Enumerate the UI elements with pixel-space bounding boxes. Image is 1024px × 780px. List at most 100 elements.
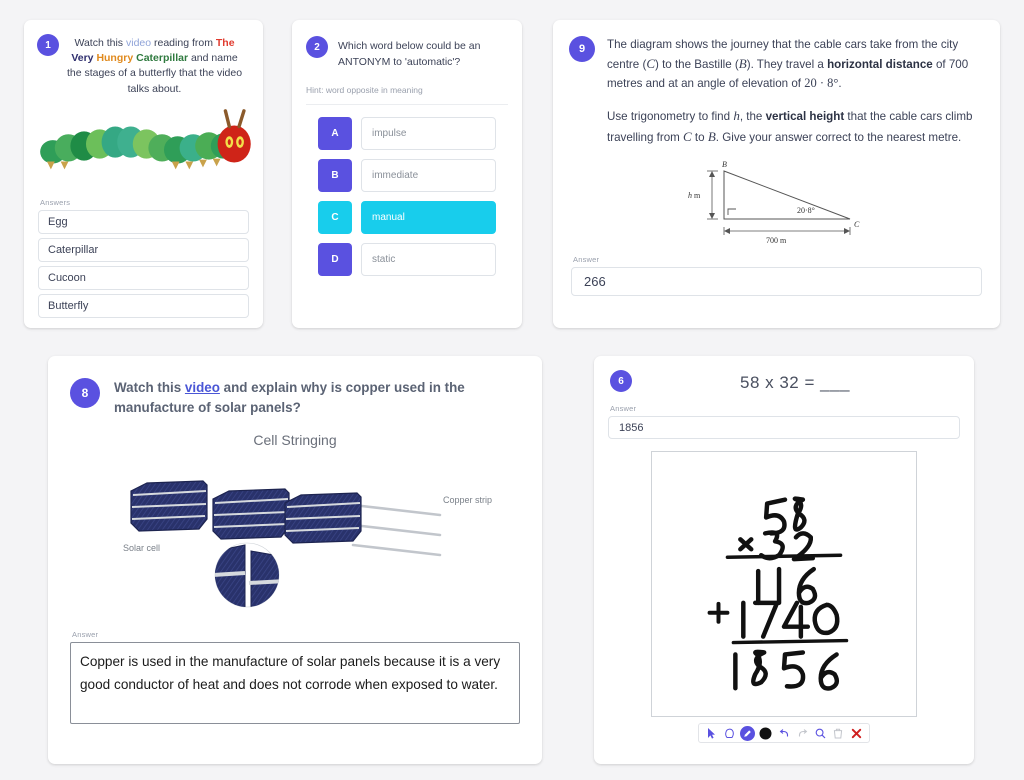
p2-t2: , the <box>739 110 766 124</box>
answer-label: Answer <box>573 254 600 264</box>
diagram-label-angle: 20·8° <box>797 206 815 215</box>
diagram-title: Cell Stringing <box>253 432 336 448</box>
answer-label: Answer <box>72 629 99 639</box>
question-paragraph-2: Use trigonometry to find h, the vertical… <box>607 106 982 146</box>
answer-input-2[interactable]: Caterpillar <box>38 237 249 262</box>
question-card-9: 9 The diagram shows the journey that the… <box>553 20 1000 328</box>
redo-icon <box>795 726 810 741</box>
option-d[interactable]: D static <box>318 242 496 276</box>
q8-t1: Watch this <box>114 380 185 395</box>
p1-t5: . <box>838 77 842 91</box>
p2-t5: . Give your answer correct to the neares… <box>715 130 962 144</box>
worksheet-page: 1 Watch this video reading from The Very… <box>0 0 1024 780</box>
diagram-label-c: C <box>854 220 860 229</box>
diagram-label-base: 700 m <box>766 236 787 245</box>
question-header: 8 Watch this video and explain why is co… <box>48 356 542 419</box>
answer-section: Answer Copper is used in the manufacture… <box>48 618 542 724</box>
book-title-caterpillar: Caterpillar <box>136 52 189 65</box>
question-text: Watch this video reading from The Very H… <box>59 36 250 97</box>
var-c-2: C <box>683 128 692 144</box>
p1-t3: ). They travel a <box>746 57 828 71</box>
diagram-label-h: h m <box>688 191 701 200</box>
question-text: Which word below could be an ANTONYM to … <box>338 40 481 68</box>
p2-t4: to <box>691 130 708 144</box>
option-b-value: immediate <box>361 158 496 192</box>
question-header: 6 58 x 32 = ___ <box>594 356 974 393</box>
hand-icon[interactable] <box>722 726 737 741</box>
hungry-caterpillar-illustration <box>40 109 251 170</box>
question-text: The diagram shows the journey that the c… <box>607 36 982 147</box>
q1-part1: Watch this <box>74 37 126 49</box>
book-title-the: The <box>215 37 235 49</box>
option-d-value: static <box>361 242 496 276</box>
equation-text: 58 x 32 = ___ <box>739 373 850 392</box>
cursor-icon[interactable] <box>704 726 719 741</box>
question-header: 9 The diagram shows the journey that the… <box>553 20 1000 147</box>
book-title-very: Very <box>71 52 94 65</box>
options-list: A impulse B immediate C manual D static <box>292 105 522 276</box>
angle-value: 20 · 8° <box>804 76 839 91</box>
pen-icon[interactable] <box>740 725 756 741</box>
diagram-container: B C h m 20·8° 700 m <box>553 157 1000 245</box>
right-triangle-diagram: B C h m 20·8° 700 m <box>688 160 860 245</box>
var-b: B <box>738 55 747 71</box>
hint-text: Hint: word opposite in meaning <box>306 84 423 95</box>
question-header: 2 Which word below could be an ANTONYM t… <box>292 20 522 71</box>
question-number-badge: 9 <box>569 36 595 62</box>
bold-vertical-height: vertical height <box>765 110 845 124</box>
bold-horizontal-distance: horizontal distance <box>827 57 933 71</box>
option-d-letter: D <box>318 242 352 276</box>
question-number-badge: 6 <box>610 370 632 392</box>
question-paragraph-1: The diagram shows the journey that the c… <box>607 36 982 93</box>
option-b-letter: B <box>318 158 352 192</box>
question-text: Watch this video and explain why is copp… <box>114 378 520 419</box>
var-b-2: B <box>707 128 716 144</box>
answer-input-3[interactable]: Cucoon <box>38 265 249 290</box>
p1-t2: ) to the Bastille ( <box>654 57 739 71</box>
question-number-badge: 8 <box>70 378 100 408</box>
answers-section: Answers Egg Caterpillar Cucoon Butterfly <box>24 188 263 318</box>
handwriting-canvas[interactable] <box>651 451 917 717</box>
var-c: C <box>646 55 655 71</box>
answer-section: Answer 266 <box>553 245 1000 296</box>
answer-textarea[interactable]: Copper is used in the manufacture of sol… <box>70 641 520 724</box>
question-card-6: 6 58 x 32 = ___ Answer 1856 <box>594 356 974 764</box>
book-title-hungry: Hungry <box>96 52 134 65</box>
zoom-icon[interactable] <box>813 726 828 741</box>
diagram-label-copper-strip: Copper strip <box>443 495 492 505</box>
option-a[interactable]: A impulse <box>318 116 496 150</box>
answer-section: Answer 1856 <box>594 393 974 439</box>
trash-icon <box>831 726 846 741</box>
canvas-toolbar <box>698 723 870 743</box>
diagram-label-solar-cell: Solar cell <box>123 543 160 553</box>
option-c-letter: C <box>318 200 352 234</box>
option-c[interactable]: C manual <box>318 200 496 234</box>
option-a-letter: A <box>318 116 352 150</box>
question-number-badge: 2 <box>306 36 328 58</box>
answer-input[interactable]: 266 <box>571 266 982 296</box>
question-card-2: 2 Which word below could be an ANTONYM t… <box>292 20 522 328</box>
question-header: 1 Watch this video reading from The Very… <box>24 20 263 97</box>
question-card-1: 1 Watch this video reading from The Very… <box>24 20 263 328</box>
option-b[interactable]: B immediate <box>318 158 496 192</box>
option-c-value: manual <box>361 200 496 234</box>
answer-label: Answer <box>610 404 637 413</box>
question-number-badge: 1 <box>37 34 59 56</box>
video-link[interactable]: video <box>185 380 220 395</box>
color-swatch-black-icon[interactable] <box>758 726 773 741</box>
diagram-label-b: B <box>722 160 727 169</box>
answer-input-1[interactable]: Egg <box>38 209 249 234</box>
answers-label: Answers <box>40 197 71 207</box>
canvas-container <box>594 451 974 717</box>
answer-input-4[interactable]: Butterfly <box>38 293 249 318</box>
undo-icon[interactable] <box>777 726 792 741</box>
option-a-value: impulse <box>361 116 496 150</box>
cell-stringing-diagram: Cell Stringing Copper strip Solar cell <box>123 432 492 608</box>
p2-t1: Use trigonometry to find <box>607 110 734 124</box>
diagram-container: Cell Stringing Copper strip Solar cell <box>48 423 542 618</box>
q1-part2: reading from <box>151 37 216 49</box>
close-icon[interactable] <box>849 726 864 741</box>
video-link[interactable]: video <box>126 37 151 49</box>
answer-input[interactable]: 1856 <box>608 416 960 439</box>
question-card-8: 8 Watch this video and explain why is co… <box>48 356 542 764</box>
